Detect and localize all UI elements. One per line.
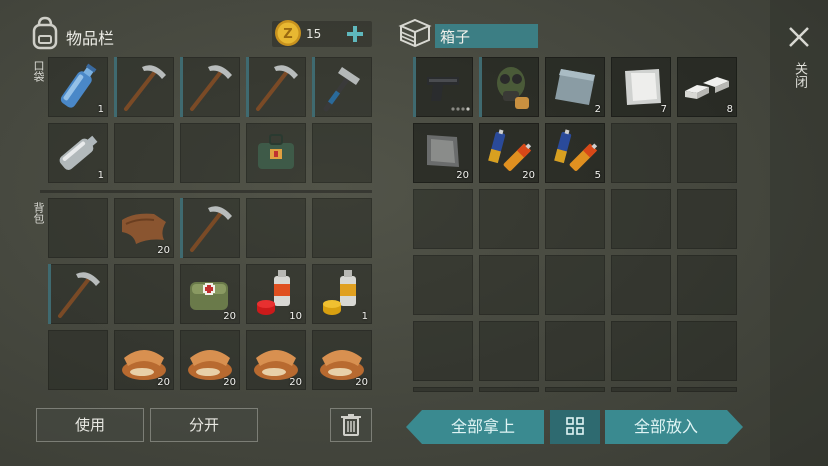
box-empty-slot[interactable] <box>413 387 473 392</box>
backpack-slot[interactable] <box>48 330 108 390</box>
pockets-label: 口袋 <box>32 60 45 82</box>
box-empty-slot[interactable] <box>479 321 539 381</box>
close-label: 关闭 <box>792 62 807 88</box>
backpack-slot[interactable] <box>48 264 108 324</box>
add-coins-button[interactable] <box>344 23 366 45</box>
box-empty-slot[interactable] <box>479 189 539 249</box>
box-empty-slot[interactable] <box>545 321 605 381</box>
medical-bag-icon <box>258 134 294 169</box>
box-empty-slot[interactable] <box>677 255 737 315</box>
backpack-slot[interactable]: 20 <box>114 198 174 258</box>
plus-icon <box>347 26 363 42</box>
box-empty-slot[interactable] <box>677 387 737 392</box>
box-slot[interactable]: 2 <box>545 57 605 117</box>
pocket-slot[interactable] <box>312 57 372 117</box>
box-empty-slot[interactable] <box>545 189 605 249</box>
box-slot[interactable]: 20 <box>479 123 539 183</box>
box-empty-slot[interactable] <box>611 123 671 183</box>
box-empty-slot[interactable] <box>611 321 671 381</box>
pocket-slot[interactable] <box>180 57 240 117</box>
box-slot[interactable]: 5 <box>545 123 605 183</box>
split-button[interactable]: 分开 <box>150 408 258 442</box>
backpack-slot[interactable] <box>180 198 240 258</box>
pocket-slot[interactable]: 1 <box>48 123 108 183</box>
backpack-slot[interactable] <box>48 198 108 258</box>
inventory-title: 物品栏 <box>66 29 115 48</box>
pocket-slot[interactable] <box>114 57 174 117</box>
box-empty-slot[interactable] <box>611 387 671 392</box>
coin-amount: 15 <box>306 27 322 41</box>
section-divider <box>40 190 372 193</box>
grid-icon <box>566 417 584 435</box>
pocket-slot[interactable] <box>246 57 306 117</box>
box-empty-slot[interactable] <box>479 387 539 392</box>
svg-text:Z: Z <box>283 27 292 42</box>
pocket-slot[interactable] <box>246 123 306 183</box>
box-empty-slot[interactable] <box>413 255 473 315</box>
backpack-slot[interactable]: 1 <box>312 264 372 324</box>
close-icon <box>789 27 809 47</box>
box-empty-slot[interactable] <box>545 255 605 315</box>
box-empty-slot[interactable] <box>611 189 671 249</box>
use-button[interactable]: 使用 <box>36 408 144 442</box>
box-empty-slot[interactable] <box>545 387 605 392</box>
backpack-slot[interactable]: 20 <box>180 264 240 324</box>
backpack-slot[interactable] <box>114 264 174 324</box>
take-all-label: 全部拿上 <box>450 417 515 436</box>
box-empty-slot[interactable] <box>677 123 737 183</box>
pickaxe-icon <box>124 65 166 111</box>
backpack-slot[interactable] <box>246 198 306 258</box>
box-slot[interactable] <box>413 57 473 117</box>
box-title: 箱子 <box>440 28 471 46</box>
box-slot[interactable] <box>479 57 539 117</box>
pistol-icon <box>427 77 470 111</box>
close-button[interactable]: 关闭 <box>782 20 816 100</box>
box-slot[interactable]: 20 <box>413 123 473 183</box>
pickaxe-icon <box>58 272 100 318</box>
backpack-slot[interactable]: 20 <box>312 330 372 390</box>
sort-grid-button[interactable] <box>550 410 600 444</box>
pickaxe-icon <box>190 65 232 111</box>
hammer-icon <box>323 67 360 112</box>
pickaxe-icon <box>256 65 298 111</box>
put-all-button[interactable]: 全部放入 <box>605 410 743 444</box>
backpack-slot[interactable]: 20 <box>114 330 174 390</box>
box-empty-slot[interactable] <box>611 255 671 315</box>
box-empty-slot[interactable] <box>677 189 737 249</box>
backpack-slot[interactable]: 10 <box>246 264 306 324</box>
pocket-slot[interactable] <box>180 123 240 183</box>
backpack-slot[interactable] <box>312 198 372 258</box>
box-slot[interactable]: 7 <box>611 57 671 117</box>
backpack-label: 背包 <box>32 202 45 224</box>
box-empty-slot[interactable] <box>413 321 473 381</box>
gas-mask-icon <box>497 67 529 109</box>
pickaxe-icon <box>190 206 232 252</box>
box-empty-slot[interactable] <box>479 255 539 315</box>
trash-icon <box>341 414 361 436</box>
box-icon <box>398 17 432 49</box>
backpack-slot[interactable]: 20 <box>180 330 240 390</box>
coin-icon: Z <box>274 19 302 47</box>
box-empty-slot[interactable] <box>413 189 473 249</box>
take-all-button[interactable]: 全部拿上 <box>406 410 544 444</box>
backpack-icon <box>30 16 60 50</box>
pocket-slot[interactable]: 1 <box>48 57 108 117</box>
trash-button[interactable] <box>330 408 372 442</box>
box-slot[interactable]: 8 <box>677 57 737 117</box>
backpack-slot[interactable]: 20 <box>246 330 306 390</box>
put-all-label: 全部放入 <box>633 417 698 436</box>
box-empty-slot[interactable] <box>677 321 737 381</box>
pocket-slot[interactable] <box>114 123 174 183</box>
pocket-slot[interactable] <box>312 123 372 183</box>
